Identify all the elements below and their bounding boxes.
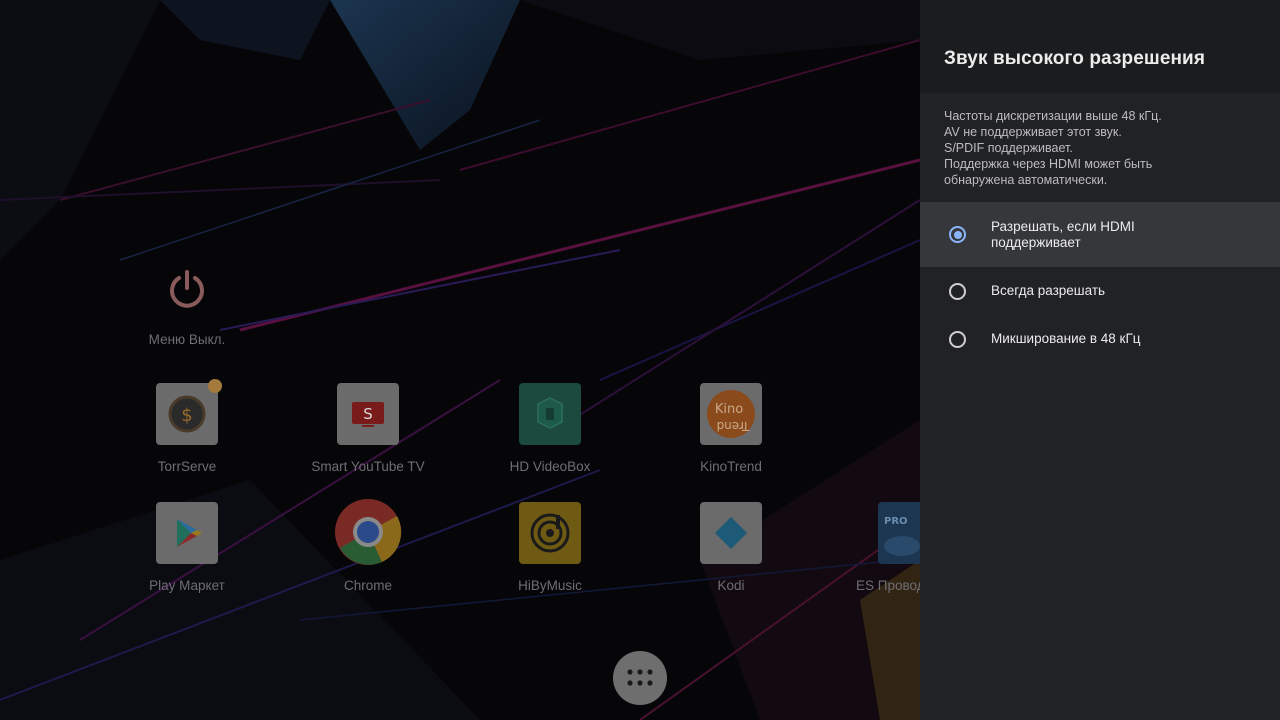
hiby-icon xyxy=(519,502,581,564)
power-menu-item[interactable]: Меню Выкл. xyxy=(107,268,267,347)
youtube-icon: S xyxy=(337,383,399,445)
option-label: Микширование в 48 кГц xyxy=(991,331,1141,346)
app-kodi[interactable]: Kodi xyxy=(651,502,811,593)
app-hibymusic[interactable]: HiByMusic xyxy=(470,502,630,593)
app-smart-youtube-tv[interactable]: S Smart YouTube TV xyxy=(288,383,448,474)
description-line: Частоты дискретизации выше 48 кГц. xyxy=(944,109,1162,123)
radio-button[interactable] xyxy=(949,330,966,348)
app-label: TorrServe xyxy=(157,459,217,474)
app-play-market[interactable]: Play Маркет xyxy=(107,502,267,593)
app-torrserve[interactable]: $ TorrServe xyxy=(107,379,267,474)
radio-button[interactable] xyxy=(949,282,966,300)
description-line: обнаружена автоматически. xyxy=(944,173,1108,187)
app-label: HiByMusic xyxy=(518,578,582,593)
svg-text:$: $ xyxy=(181,405,192,426)
torrserve-icon: $ xyxy=(156,379,222,445)
option-always-allow[interactable]: Всегда разрешать xyxy=(920,267,1280,315)
panel-description: Частоты дискретизации выше 48 кГц. AV не… xyxy=(920,93,1280,188)
svg-text:S: S xyxy=(363,405,373,423)
svg-text:Trend: Trend xyxy=(717,419,751,433)
svg-text:Kino: Kino xyxy=(715,402,743,417)
power-icon xyxy=(170,270,204,308)
app-label: Kodi xyxy=(717,578,745,593)
option-label: Всегда разрешать xyxy=(991,283,1106,298)
options-list: Разрешать, если HDMI поддерживает Всегда… xyxy=(920,202,1280,363)
app-kinotrend[interactable]: Kino Trend KinoTrend xyxy=(651,383,811,474)
chrome-icon xyxy=(335,499,402,565)
option-label: Разрешать, если HDMI поддерживает xyxy=(991,218,1135,250)
wallpaper xyxy=(0,0,920,720)
app-chrome[interactable]: Chrome xyxy=(288,499,448,593)
app-label: Smart YouTube TV xyxy=(311,459,425,474)
notification-badge xyxy=(208,379,222,393)
app-label: KinoTrend xyxy=(700,459,762,474)
all-apps-button[interactable] xyxy=(613,651,667,705)
kinotrend-icon: Kino Trend xyxy=(700,383,762,445)
kodi-icon xyxy=(700,502,762,564)
play-store-icon xyxy=(156,502,218,564)
settings-panel: Звук высокого разрешения Частоты дискрет… xyxy=(920,0,1280,720)
videobox-icon xyxy=(519,383,581,445)
description-line: AV не поддерживает этот звук. xyxy=(944,125,1122,139)
app-label: HD VideoBox xyxy=(509,459,591,474)
app-label: ES Проводник xyxy=(856,578,920,593)
app-hd-videobox[interactable]: HD VideoBox xyxy=(470,383,630,474)
app-label: Chrome xyxy=(343,578,392,593)
option-mix-48khz[interactable]: Микширование в 48 кГц xyxy=(920,315,1280,363)
panel-title: Звук высокого разрешения xyxy=(944,48,1206,69)
app-es-explorer[interactable]: PRO ES Проводник xyxy=(829,502,920,593)
launcher-background: Меню Выкл. $ TorrServe S Smart YouTube T… xyxy=(0,0,920,720)
radio-button-checked[interactable] xyxy=(949,226,966,243)
description-line: S/PDIF поддерживает. xyxy=(944,141,1073,155)
description-line: Поддержка через HDMI может быть xyxy=(944,157,1153,171)
es-explorer-icon: PRO xyxy=(878,502,920,564)
power-menu-label: Меню Выкл. xyxy=(148,332,226,347)
panel-header: Звук высокого разрешения xyxy=(920,0,1280,93)
apps-grid-icon xyxy=(627,669,653,686)
option-allow-if-hdmi-supports[interactable]: Разрешать, если HDMI поддерживает xyxy=(920,202,1280,267)
app-label: Play Маркет xyxy=(149,578,225,593)
